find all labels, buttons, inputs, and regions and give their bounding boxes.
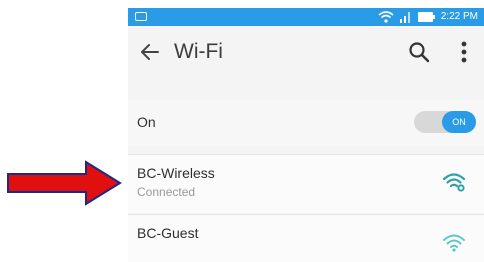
- status-time: 2:22 PM: [440, 11, 478, 22]
- status-bar: 2:22 PM: [128, 8, 484, 26]
- wifi-toggle-row[interactable]: On ON: [128, 100, 484, 146]
- network-item-bc-guest[interactable]: BC-Guest: [128, 214, 484, 262]
- status-icons: 2:22 PM: [378, 10, 478, 24]
- signal-icon: [399, 12, 410, 23]
- app-bar: Wi-Fi: [128, 26, 484, 78]
- wifi-toggle-switch[interactable]: ON: [414, 111, 476, 133]
- back-button[interactable]: [136, 38, 164, 66]
- network-status: Connected: [137, 185, 196, 199]
- network-item-bc-wireless[interactable]: BC-Wireless Connected: [128, 154, 484, 213]
- network-name: BC-Wireless: [137, 165, 215, 181]
- page-title: Wi-Fi: [174, 40, 223, 63]
- more-options-button[interactable]: [454, 39, 474, 65]
- search-button[interactable]: [406, 39, 432, 65]
- wifi-secured-icon: [442, 173, 466, 192]
- network-name: BC-Guest: [137, 225, 199, 241]
- more-vert-icon: [461, 41, 467, 63]
- battery-icon: [417, 12, 435, 22]
- toggle-knob: ON: [442, 111, 476, 133]
- wifi-toggle-label: On: [137, 114, 156, 130]
- back-arrow-icon: [141, 44, 159, 60]
- search-icon: [409, 42, 430, 63]
- phone-screen: 2:22 PM Wi-Fi On ON BC-Wireless Connecte…: [128, 8, 484, 262]
- wifi-status-icon: [378, 11, 394, 23]
- notification-icon: [135, 12, 147, 21]
- annotation-arrow-icon: [7, 160, 122, 206]
- wifi-icon: [443, 234, 465, 252]
- screenshot-page: 2:22 PM Wi-Fi On ON BC-Wireless Connecte…: [0, 0, 484, 262]
